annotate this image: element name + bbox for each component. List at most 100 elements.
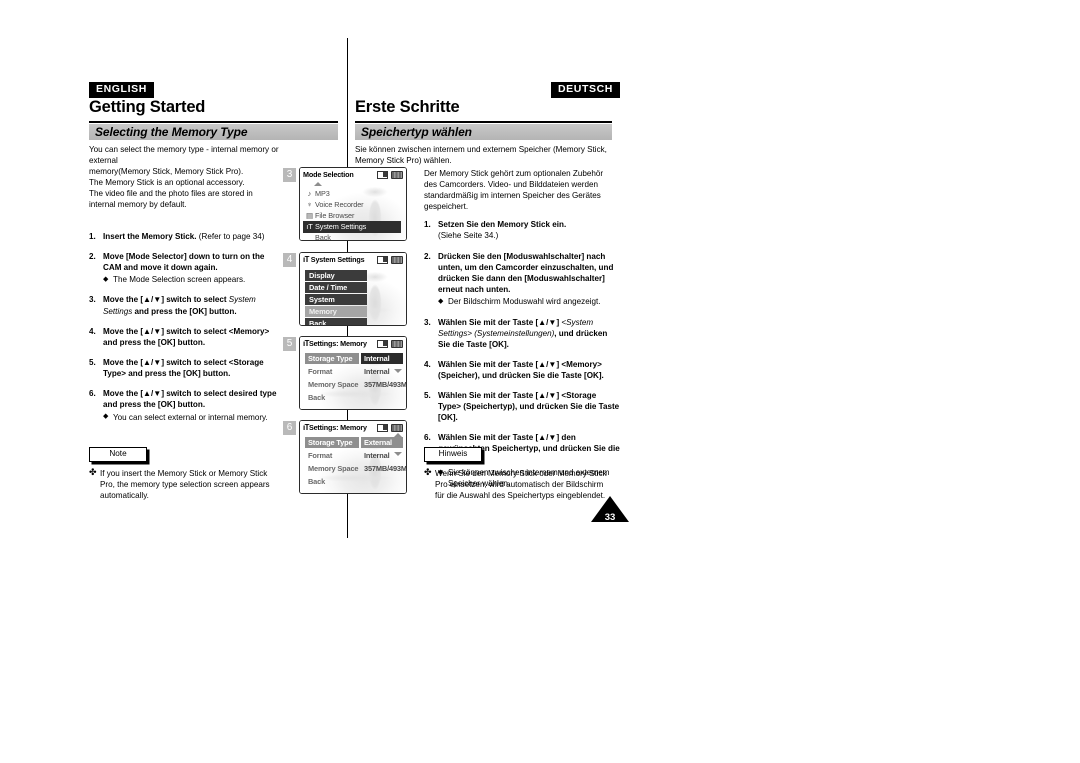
battery-icon: [391, 170, 403, 179]
intro-line: Sie können zwischen internem und externe…: [355, 145, 607, 154]
menu-item-back[interactable]: Back: [304, 232, 397, 240]
step-bullet: ◆ Der Bildschirm Moduswahl wird angezeig…: [438, 296, 620, 307]
step-number: 2.: [89, 251, 96, 261]
scroll-up-arrow-icon[interactable]: [314, 182, 322, 186]
chapter-title-german: Erste Schritte: [355, 98, 460, 116]
settings-row-back[interactable]: Back: [305, 476, 403, 487]
settings-button-memory[interactable]: Memory: [305, 306, 367, 317]
scroll-down-arrow-icon[interactable]: [394, 452, 402, 456]
step-subline: (Siehe Seite 34.): [438, 231, 499, 241]
lcd-header: ıT System Settings: [300, 253, 406, 266]
memory-card-icon: [377, 423, 388, 432]
section-title-german: Speichertyp wählen: [361, 125, 472, 139]
lcd-header: ıTSettings: Memory: [300, 421, 406, 434]
settings-icon: ıT: [303, 254, 309, 264]
manual-page: ENGLISH DEUTSCH Getting Started Erste Sc…: [0, 0, 1080, 763]
step-text-pre: Wählen Sie mit der Taste [: [438, 391, 539, 400]
updown-switch-icon: ▲/▼: [538, 317, 557, 327]
note-label: Note: [109, 449, 127, 458]
intro-line: des Camcorders. Video- und Bilddateien w…: [424, 180, 598, 190]
intro-line: memory(Memory Stick, Memory Stick Pro).: [89, 167, 244, 177]
lcd-screen-memory-external: ıTSettings: Memory Storage Type External…: [299, 420, 407, 494]
updown-switch-icon: ▲/▼: [143, 295, 162, 305]
settings-row-format[interactable]: Format Internal: [305, 366, 403, 377]
scroll-down-arrow-icon[interactable]: [394, 369, 402, 373]
diamond-bullet-icon: ◆: [438, 297, 444, 305]
step-text-regular: (Refer to page 34): [196, 231, 265, 241]
step-text: Drücken Sie den [Moduswahlschalter] nach…: [438, 251, 614, 294]
row-value: 357MB/493MB: [364, 380, 407, 389]
settings-row-storage-type[interactable]: Storage Type Internal: [305, 353, 403, 364]
step-text-pre: Move the [: [103, 326, 144, 336]
note-line: ✤ If you insert the Memory Stick or Memo…: [89, 467, 287, 479]
screen-step-number-6: 6: [283, 421, 296, 435]
diamond-bullet-icon: ◆: [103, 413, 109, 421]
settings-row-back[interactable]: Back: [305, 392, 403, 403]
row-label: Format: [308, 367, 333, 376]
intro-line: standardmäßig im internen Speicher des G…: [424, 191, 601, 201]
step-text-post: and press the [OK] button.: [132, 306, 237, 316]
updown-switch-icon: ▲/▼: [538, 433, 557, 443]
page-number: 33: [604, 512, 616, 523]
settings-button-date-time[interactable]: Date / Time: [305, 282, 367, 293]
step-number: 4.: [89, 326, 96, 336]
screen-step-number-4: 4: [283, 253, 296, 267]
settings-row-memory-space: Memory Space 357MB/493MB: [305, 463, 406, 474]
battery-icon: [391, 339, 403, 348]
updown-switch-icon: ▲/▼: [143, 326, 162, 336]
step-bullet: ◆ You can select external or internal me…: [103, 412, 284, 423]
step-item-3: 3. Move the [▲/▼] switch to select Syste…: [89, 294, 284, 316]
updown-switch-icon: ▲/▼: [143, 389, 162, 398]
settings-button-system[interactable]: System: [305, 294, 367, 305]
settings-row-storage-type[interactable]: Storage Type External: [305, 437, 403, 448]
screen-step-number-5: 5: [283, 337, 296, 351]
step-text: Insert the Memory Stick.: [103, 231, 197, 241]
note-label: Hinweis: [438, 449, 468, 458]
settings-button-display[interactable]: Display: [305, 270, 367, 281]
row-value: Internal: [361, 353, 403, 364]
menu-item-label: Voice Recorder: [315, 200, 364, 209]
note-line: Pro, the memory type selection screen ap…: [89, 479, 287, 490]
step-text-pre: Move the [: [103, 389, 144, 398]
lcd-header: Mode Selection: [300, 168, 406, 181]
note-line-text: Pro, the memory type selection screen ap…: [100, 480, 270, 490]
step-number: 6.: [89, 389, 96, 398]
lcd-title: Mode Selection: [303, 169, 354, 179]
lcd-screen-memory-internal: ıTSettings: Memory Storage Type Internal…: [299, 336, 407, 410]
updown-switch-icon: ▲/▼: [143, 357, 162, 367]
step-text: Move [Mode Selector] down to turn on the…: [103, 251, 265, 272]
language-badge-english: ENGLISH: [89, 82, 154, 98]
note-box-german: Hinweis: [424, 447, 482, 462]
lcd-title-text: Settings: Memory: [308, 422, 367, 432]
diamond-bullet-icon: ◆: [103, 275, 109, 283]
title-rule-german: [355, 121, 612, 123]
bullet-text: The Mode Selection screen appears.: [113, 275, 246, 285]
step-text-pre: Wählen Sie mit der Taste [: [438, 317, 539, 327]
menu-item-label: System Settings: [315, 222, 367, 231]
updown-switch-icon: ▲/▼: [538, 391, 557, 400]
step-item-6: 6. Move the [▲/▼] switch to select desir…: [89, 388, 284, 423]
cross-bullet-icon: ✤: [424, 467, 432, 477]
intro-line: The video file and the photo files are s…: [89, 189, 253, 199]
note-box-english: Note: [89, 447, 147, 462]
lcd-screen-mode-selection: Mode Selection ♪ MP3 ♆ Voice Recorder ▤ Fil…: [299, 167, 407, 241]
step-item-4: 4. Wählen Sie mit der Taste [▲/▼] <Memor…: [424, 359, 620, 381]
lcd-title: ıTSettings: Memory: [303, 423, 367, 432]
step-item-2: 2. Move [Mode Selector] down to turn on …: [89, 251, 284, 286]
note-line-text: Pro einsetzen, wird automatisch der Bild…: [435, 480, 604, 490]
row-label: Storage Type: [305, 353, 359, 364]
language-badge-german: DEUTSCH: [551, 82, 620, 98]
screen-step-number-3: 3: [283, 168, 296, 182]
step-text-pre: Wählen Sie mit der Taste [: [438, 433, 539, 443]
settings-button-back[interactable]: Back: [305, 318, 367, 325]
note-line-text: automatically.: [100, 491, 149, 501]
title-rule-english: [89, 121, 338, 123]
step-item-2: 2. Drücken Sie den [Moduswahlschalter] n…: [424, 251, 620, 308]
menu-item-label: MP3: [315, 189, 330, 198]
step-number: 5.: [89, 357, 96, 367]
intro-line: You can select the memory type - interna…: [89, 145, 279, 166]
row-value: 357MB/493MB: [364, 464, 407, 473]
row-value: External: [361, 437, 403, 448]
chapter-title-english: Getting Started: [89, 98, 206, 116]
settings-row-format[interactable]: Format Internal: [305, 450, 403, 461]
